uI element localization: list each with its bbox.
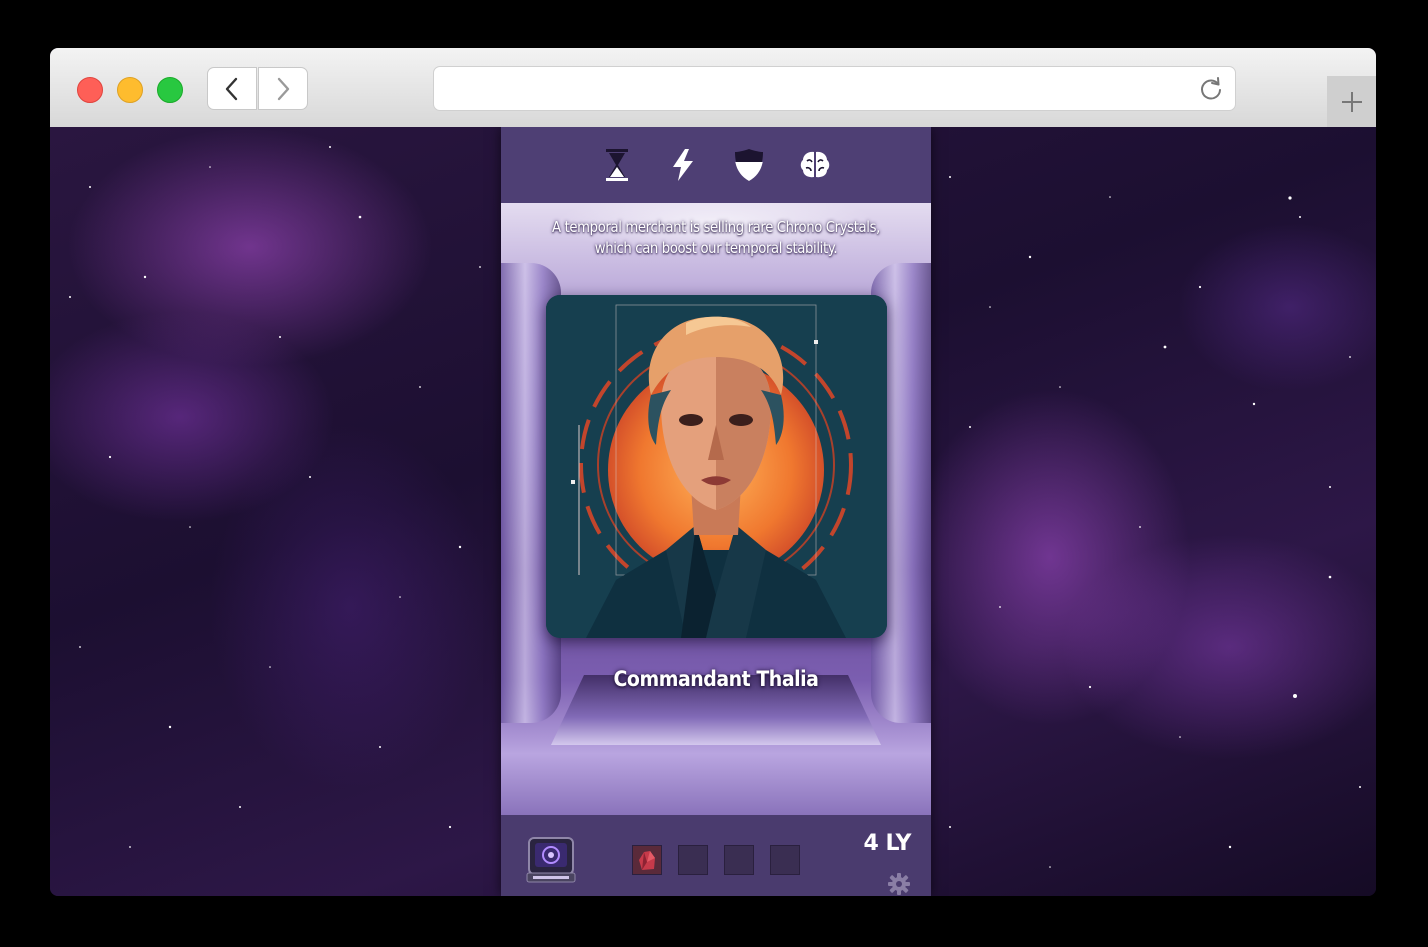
back-button[interactable]: [207, 67, 257, 110]
address-bar[interactable]: [433, 66, 1236, 111]
stats-bar: [501, 127, 931, 203]
inventory-slot-4[interactable]: [770, 845, 800, 875]
chevron-left-icon: [225, 77, 238, 100]
event-description: A temporal merchant is selling rare Chro…: [552, 218, 880, 257]
brain-icon: [800, 151, 830, 178]
shield-icon: [735, 149, 763, 181]
chevron-right-icon: [277, 77, 290, 100]
crystal-item-icon: [639, 851, 655, 870]
inventory-slot-3[interactable]: [724, 845, 754, 875]
browser-window: A temporal merchant is selling rare Chro…: [50, 48, 1376, 896]
distance-counter: 4 LY: [863, 831, 912, 856]
minimize-window-button[interactable]: [117, 77, 143, 103]
zoom-window-button[interactable]: [157, 77, 183, 103]
new-tab-button[interactable]: [1327, 76, 1376, 127]
event-scene: A temporal merchant is selling rare Chro…: [501, 203, 931, 815]
inventory-slot-2[interactable]: [678, 845, 708, 875]
bottom-bar: 4 LY: [501, 815, 931, 896]
lightning-icon: [673, 149, 693, 181]
character-name: Commandant Thalia: [613, 667, 819, 691]
reload-icon[interactable]: [1197, 75, 1225, 103]
terminal-icon[interactable]: [525, 835, 577, 885]
inventory-slot-1[interactable]: [632, 845, 662, 875]
plus-icon: [1341, 91, 1362, 112]
page-viewport: A temporal merchant is selling rare Chro…: [50, 127, 1376, 896]
browser-toolbar: [50, 48, 1376, 128]
game-panel: A temporal merchant is selling rare Chro…: [501, 127, 931, 896]
close-window-button[interactable]: [77, 77, 103, 103]
character-portrait: [546, 295, 887, 638]
gear-icon[interactable]: [887, 872, 911, 896]
hourglass-icon: [606, 149, 628, 181]
forward-button[interactable]: [258, 67, 308, 110]
character-card[interactable]: [546, 295, 887, 638]
